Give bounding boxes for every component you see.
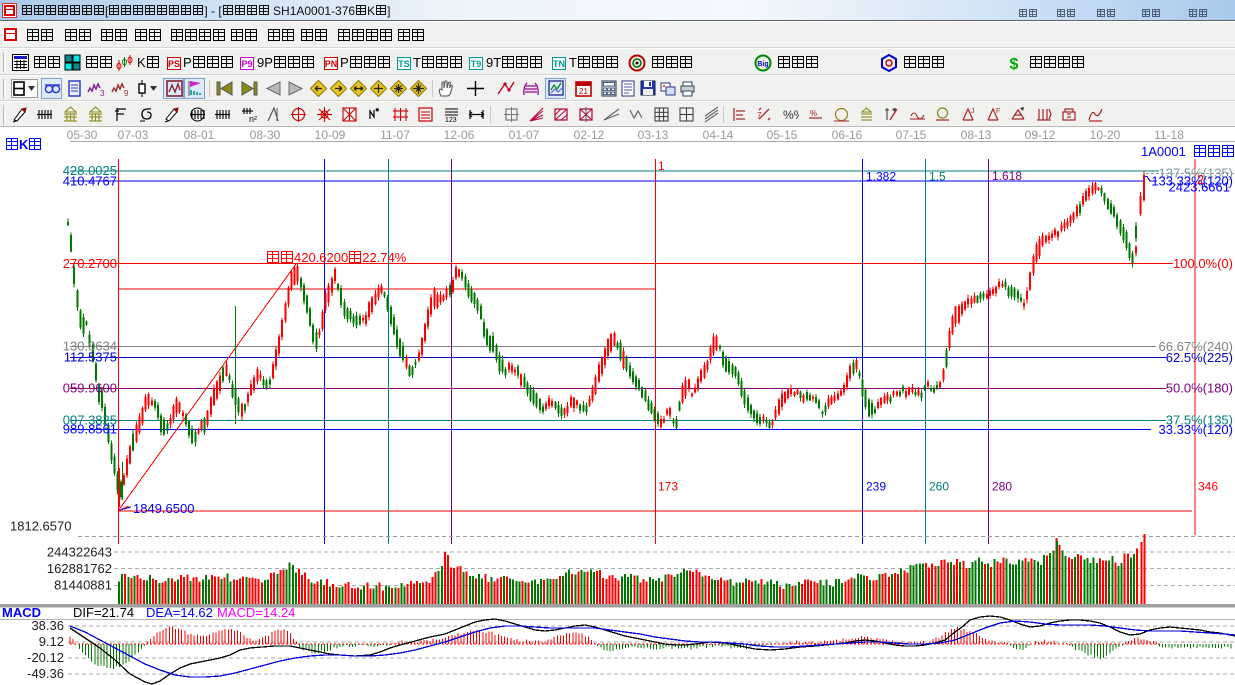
svg-text:09-12: 09-12 bbox=[1025, 128, 1056, 142]
svg-text:06-16: 06-16 bbox=[832, 128, 863, 142]
svg-text:260: 260 bbox=[929, 480, 949, 494]
svg-text:81440881: 81440881 bbox=[54, 578, 112, 593]
svg-text:1.382: 1.382 bbox=[866, 170, 896, 184]
svg-text:112.5375: 112.5375 bbox=[64, 350, 117, 365]
svg-text:DIF=21.74: DIF=21.74 bbox=[73, 605, 134, 620]
svg-text:DEA=14.62: DEA=14.62 bbox=[146, 605, 213, 620]
svg-text:33.33%(120): 33.33%(120) bbox=[1159, 422, 1233, 437]
svg-text:04-14: 04-14 bbox=[703, 128, 734, 142]
svg-text:1812.6570: 1812.6570 bbox=[10, 519, 71, 534]
svg-text:05-30: 05-30 bbox=[67, 128, 98, 142]
svg-text:12-06: 12-06 bbox=[444, 128, 475, 142]
svg-text:280: 280 bbox=[992, 480, 1012, 494]
svg-text:07-03: 07-03 bbox=[118, 128, 149, 142]
svg-text:9.12: 9.12 bbox=[39, 634, 64, 649]
svg-text:08-13: 08-13 bbox=[961, 128, 992, 142]
svg-text:07-15: 07-15 bbox=[896, 128, 927, 142]
svg-text:10-09: 10-09 bbox=[315, 128, 346, 142]
svg-text:08-01: 08-01 bbox=[184, 128, 215, 142]
svg-text:MACD=14.24: MACD=14.24 bbox=[217, 605, 295, 620]
svg-text:989.8561: 989.8561 bbox=[63, 422, 117, 437]
svg-text:11-07: 11-07 bbox=[380, 128, 410, 142]
svg-text:62.5%(225): 62.5%(225) bbox=[1166, 350, 1233, 365]
svg-text:1.5: 1.5 bbox=[929, 170, 946, 184]
svg-text:01-07: 01-07 bbox=[509, 128, 540, 142]
svg-text:05-15: 05-15 bbox=[767, 128, 798, 142]
svg-text:1: 1 bbox=[658, 159, 665, 173]
svg-text:10-20: 10-20 bbox=[1090, 128, 1121, 142]
svg-text:162881762: 162881762 bbox=[47, 561, 112, 576]
svg-text:059.9600: 059.9600 bbox=[63, 381, 117, 396]
svg-text:346: 346 bbox=[1198, 480, 1218, 494]
svg-text:-20.12: -20.12 bbox=[27, 650, 64, 665]
svg-text:410.4767: 410.4767 bbox=[63, 174, 117, 189]
svg-text:2: 2 bbox=[1197, 172, 1204, 187]
svg-text:11-18: 11-18 bbox=[1154, 128, 1184, 142]
svg-text:173: 173 bbox=[658, 480, 678, 494]
svg-text:100.0%(0): 100.0%(0) bbox=[1173, 256, 1233, 271]
svg-text:08-30: 08-30 bbox=[250, 128, 281, 142]
svg-text:1.618: 1.618 bbox=[992, 169, 1022, 183]
svg-text:1849.6500: 1849.6500 bbox=[133, 501, 194, 516]
svg-text:-49.36: -49.36 bbox=[27, 666, 64, 681]
svg-text:50.0%(180): 50.0%(180) bbox=[1166, 381, 1233, 396]
svg-text:03-13: 03-13 bbox=[638, 128, 669, 142]
svg-text:270.2700: 270.2700 bbox=[63, 256, 117, 271]
svg-text:38.36: 38.36 bbox=[31, 618, 64, 633]
svg-text:02-12: 02-12 bbox=[574, 128, 605, 142]
svg-text:244322643: 244322643 bbox=[47, 545, 112, 560]
svg-text:239: 239 bbox=[866, 480, 886, 494]
